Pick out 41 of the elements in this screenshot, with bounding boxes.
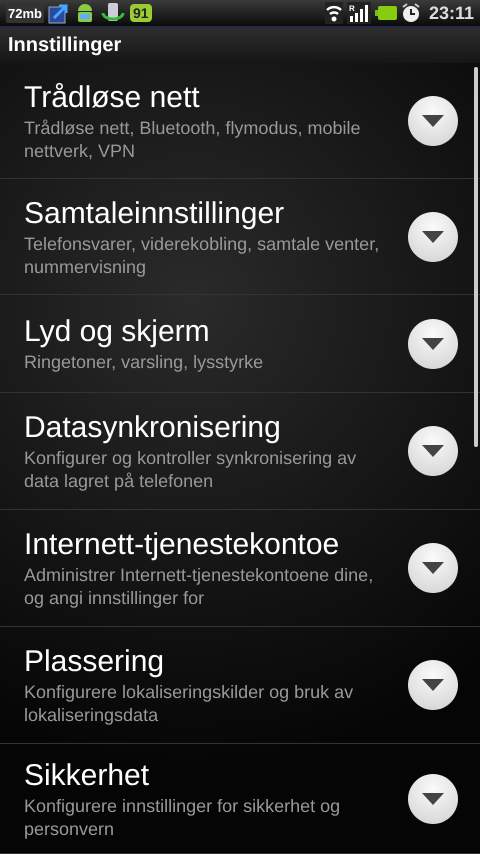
item-title: Samtaleinnstillinger	[24, 196, 286, 232]
screen-title: Innstillinger	[8, 34, 122, 57]
settings-item[interactable]: Plassering Konfigurere lokaliseringskilder og bruk av lokaliseringsdata	[0, 627, 480, 744]
signal-icon: R	[346, 2, 371, 24]
arrow-icon	[48, 2, 70, 24]
wifi-icon	[324, 2, 343, 24]
caret-icon	[422, 679, 444, 691]
expand-button[interactable]	[408, 426, 458, 476]
expand-button[interactable]	[408, 774, 458, 824]
item-title: Trådløse nett	[24, 80, 201, 116]
alarm-clock-icon	[400, 2, 421, 24]
expand-button[interactable]	[408, 212, 458, 262]
caret-icon	[422, 562, 444, 574]
item-title: Lyd og skjerm	[24, 314, 211, 350]
memory-indicator: 72mb	[6, 4, 44, 23]
expand-button[interactable]	[408, 96, 458, 146]
caret-icon	[422, 114, 444, 126]
settings-item[interactable]: Internett-tjenestekontoe Administrer Internett-tjenestekontoene dine, og angi innstillinger for	[0, 510, 480, 627]
settings-item[interactable]: Datasynkronisering Konfigurer og kontroller synkronisering av data lagret på telefonen	[0, 393, 480, 510]
caret-icon	[422, 338, 444, 350]
expand-button[interactable]	[408, 660, 458, 710]
item-description: Konfigurere lokaliseringskilder og bruk av lokaliseringsdata	[24, 681, 354, 727]
item-title: Sikkerhet	[24, 758, 150, 794]
item-description: Konfigurer og kontroller synkronisering av data lagret på telefonen	[24, 447, 358, 493]
clock: 23:11	[428, 2, 474, 24]
item-description: Konfigurere innstillinger for sikkerhet og personvern	[24, 794, 342, 840]
item-title: Plassering	[24, 644, 166, 680]
battery-icon	[374, 6, 397, 20]
notification-count: 91	[130, 4, 152, 22]
item-description: Administrer Internett-tjenestekontoene dine, og angi innstillinger for	[24, 564, 374, 610]
expand-button[interactable]	[408, 543, 458, 593]
caret-icon	[422, 445, 444, 457]
item-description: Trådløse nett, Bluetooth, flymodus, mobile nettverk, VPN	[24, 116, 362, 162]
item-title: Datasynkronisering	[24, 410, 282, 446]
caret-icon	[422, 230, 444, 242]
caret-icon	[422, 792, 444, 804]
item-description: Telefonsvarer, viderekobling, samtale venter, nummervisning	[24, 232, 380, 278]
item-title: Internett-tjenestekontoe	[24, 527, 340, 563]
item-description: Ringetoner, varsling, lysstyrke	[24, 351, 264, 374]
expand-button[interactable]	[408, 318, 458, 368]
settings-item[interactable]: Sikkerhet Konfigurere innstillinger for sikkerhet og personvern	[0, 744, 480, 854]
